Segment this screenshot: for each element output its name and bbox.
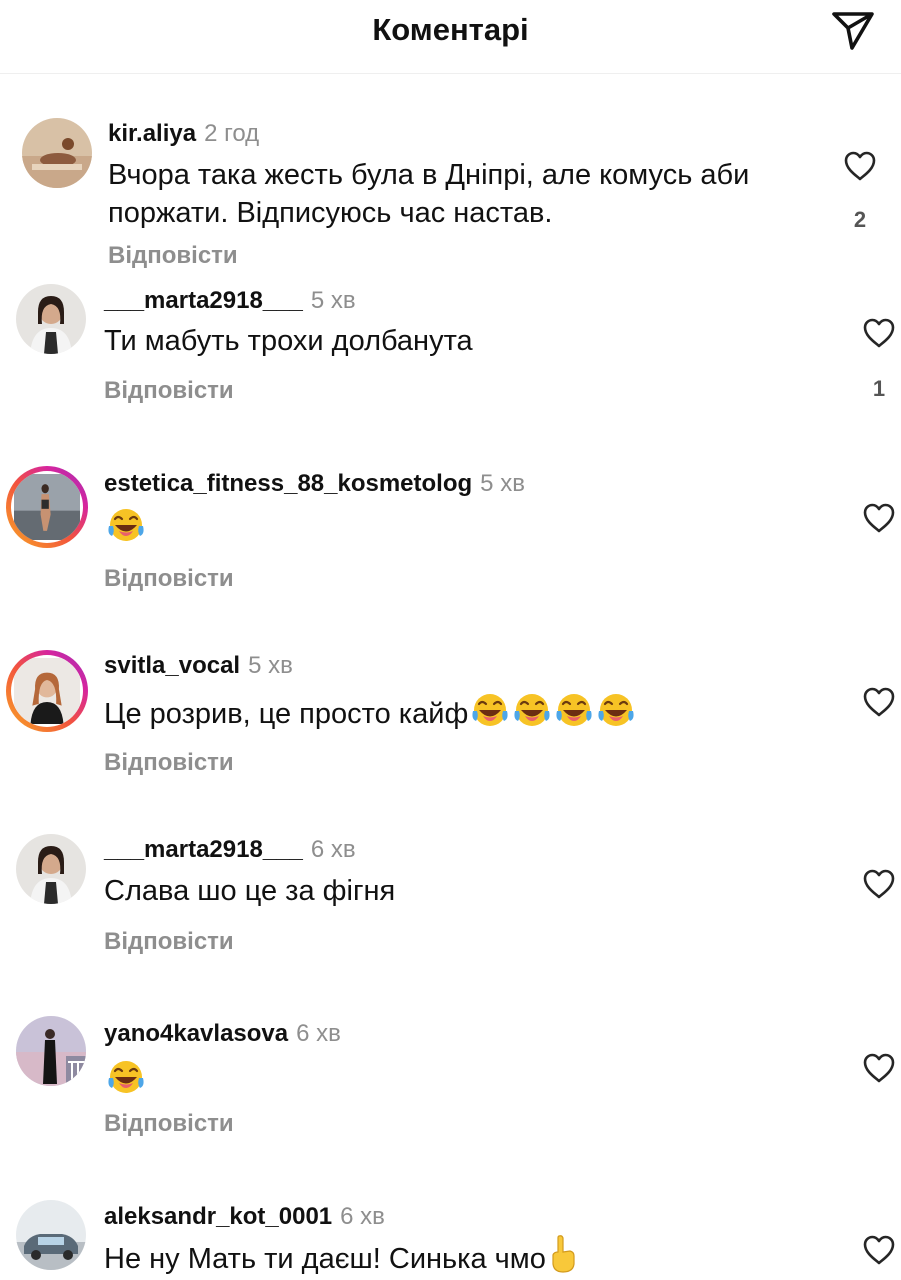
face-with-tears-of-joy-emoji [596, 689, 636, 729]
username[interactable]: svitla_vocal [104, 652, 240, 679]
comment-meta: aleksandr_kot_0001 6 хв [104, 1203, 385, 1231]
timestamp: 6 хв [340, 1203, 385, 1230]
avatar-image [16, 284, 86, 354]
heart-outline-icon[interactable] [861, 866, 897, 902]
avatar-image [14, 474, 80, 540]
comment-text: Ти мабуть трохи долбанута [104, 325, 473, 357]
heart-outline-icon[interactable] [861, 1232, 897, 1268]
comment-item: estetica_fitness_88_kosmetolog 5 хв Відпо… [0, 462, 901, 632]
reply-button[interactable]: Відповісти [104, 565, 234, 593]
comment-meta: estetica_fitness_88_kosmetolog 5 хв [104, 470, 525, 498]
reply-button[interactable]: Відповісти [108, 242, 238, 270]
timestamp: 6 хв [296, 1020, 341, 1047]
index-pointing-up-emoji [548, 1234, 578, 1274]
username[interactable]: ___marta2918___ [104, 287, 303, 314]
comment-text: Це розрив, це просто кайф [104, 689, 824, 733]
comment-item: svitla_vocal 5 хв Це розрив, це просто ка… [0, 646, 901, 816]
timestamp: 5 хв [480, 470, 525, 497]
heart-outline-icon[interactable] [861, 315, 897, 351]
comment-meta: ___marta2918___ 6 хв [104, 836, 356, 864]
timestamp: 5 хв [310, 287, 356, 314]
face-with-tears-of-joy-emoji [554, 689, 594, 729]
page-title: Коментарі [372, 12, 529, 47]
story-ring[interactable] [6, 466, 88, 548]
like-count: 1 [872, 376, 886, 401]
face-with-tears-of-joy-emoji [106, 504, 146, 544]
timestamp: 5 хв [248, 652, 293, 679]
comment-text [104, 504, 824, 548]
username[interactable]: aleksandr_kot_0001 [104, 1203, 332, 1230]
comment-meta: ___marta2918___ 5 хв [104, 287, 356, 315]
comment-text [104, 1056, 824, 1100]
avatar[interactable] [16, 834, 86, 904]
face-with-tears-of-joy-emoji [512, 689, 552, 729]
avatar-image [16, 834, 86, 904]
avatar[interactable] [16, 284, 86, 354]
heart-outline-icon[interactable] [861, 1050, 897, 1086]
story-ring[interactable] [6, 650, 88, 732]
reply-button[interactable]: Відповісти [104, 377, 234, 405]
reply-button[interactable]: Відповісти [104, 1110, 234, 1138]
comment-item: ___marta2918___ 6 хв Слава шо це за фігня… [0, 830, 901, 1000]
comment-meta: yano4kavlasova 6 хв [104, 1020, 341, 1048]
timestamp: 2 год [204, 120, 260, 147]
comment-text: Не ну Мать ти даєш! Синька чмо [104, 1234, 824, 1278]
heart-outline-icon[interactable] [842, 148, 878, 184]
heart-outline-icon[interactable] [861, 500, 897, 536]
comment-text: Слава шо це за фігня [104, 875, 396, 907]
comments-header: Коментарі [0, 0, 901, 74]
avatar-image [16, 1016, 86, 1086]
comment-meta: kir.aliya 2 год [108, 120, 259, 148]
username[interactable]: ___marta2918___ [104, 836, 303, 863]
avatar[interactable] [16, 1200, 86, 1270]
avatar [11, 655, 83, 727]
avatar-image [16, 1200, 86, 1270]
face-with-tears-of-joy-emoji [106, 1056, 146, 1096]
username[interactable]: kir.aliya [108, 120, 196, 147]
reply-button[interactable]: Відповісти [104, 749, 234, 777]
avatar[interactable] [22, 118, 92, 188]
face-with-tears-of-joy-emoji [470, 689, 510, 729]
like-count: 2 [853, 207, 867, 232]
comment-item: ___marta2918___ 5 хв Ти мабуть трохи долб… [0, 280, 901, 450]
reply-button[interactable]: Відповісти [104, 928, 234, 956]
avatar-image [22, 118, 92, 188]
avatar[interactable] [16, 1016, 86, 1086]
avatar [11, 471, 83, 543]
comment-item: kir.aliya 2 год Вчора така жесть була в Д… [0, 110, 901, 280]
username[interactable]: estetica_fitness_88_kosmetolog [104, 470, 472, 497]
send-icon[interactable] [830, 6, 876, 52]
timestamp: 6 хв [310, 836, 356, 863]
avatar-image [14, 658, 80, 724]
heart-outline-icon[interactable] [861, 684, 897, 720]
username[interactable]: yano4kavlasova [104, 1020, 288, 1047]
comment-item: aleksandr_kot_0001 6 хв Не ну Мать ти дає… [0, 1196, 901, 1280]
comment-meta: svitla_vocal 5 хв [104, 652, 293, 680]
comment-text: Вчора така жесть була в Дніпрі, але кому… [108, 159, 750, 229]
comment-item: yano4kavlasova 6 хв Відповісти [0, 1012, 901, 1182]
